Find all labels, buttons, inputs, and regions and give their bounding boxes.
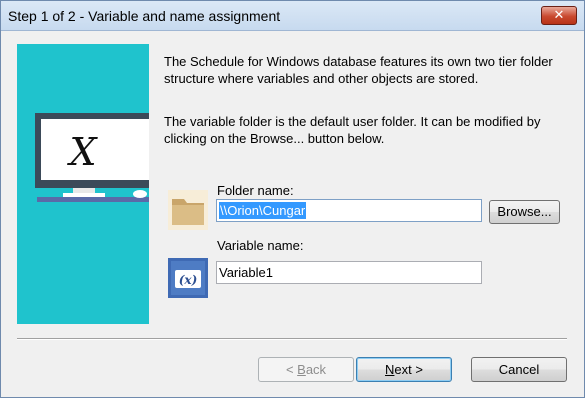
window-title: Step 1 of 2 - Variable and name assignme… <box>8 8 281 24</box>
computer-illustration: X <box>35 113 149 202</box>
back-accel: B <box>297 362 306 377</box>
wizard-illustration: X <box>17 44 149 324</box>
variable-name-label: Variable name: <box>217 238 304 253</box>
monitor-letter: X <box>66 130 98 174</box>
next-rest: ext > <box>394 362 423 377</box>
desk-surface <box>37 197 149 202</box>
monitor-base <box>63 193 105 197</box>
close-icon: ✕ <box>553 8 565 23</box>
variable-name-value: Variable1 <box>219 265 273 280</box>
back-button[interactable]: < Back <box>258 357 354 382</box>
close-button[interactable]: ✕ <box>541 6 577 25</box>
mouse <box>133 190 147 198</box>
variable-name-input[interactable]: Variable1 <box>216 261 482 284</box>
svg-text:(x): (x) <box>179 273 198 287</box>
next-accel: N <box>385 362 395 377</box>
browse-button[interactable]: Browse... <box>489 200 560 224</box>
next-button[interactable]: Next > <box>356 357 452 382</box>
wizard-window: Step 1 of 2 - Variable and name assignme… <box>0 0 585 398</box>
wizard-content: X The Schedule for Windows database feat… <box>1 32 584 397</box>
variable-x-icon: (x) <box>168 258 208 298</box>
title-bar: Step 1 of 2 - Variable and name assignme… <box>1 1 584 31</box>
cancel-button[interactable]: Cancel <box>471 357 567 382</box>
folder-icon <box>168 190 208 230</box>
folder-name-label: Folder name: <box>217 183 294 198</box>
description-paragraph-2: The variable folder is the default user … <box>164 114 541 146</box>
folder-name-value: \\Orion\Cungar <box>219 202 307 219</box>
separator <box>17 338 567 340</box>
back-rest: ack <box>305 362 327 377</box>
folder-name-input[interactable]: \\Orion\Cungar <box>216 199 482 222</box>
back-prefix: < <box>285 362 298 377</box>
description-paragraph-1: The Schedule for Windows database featur… <box>164 54 553 86</box>
